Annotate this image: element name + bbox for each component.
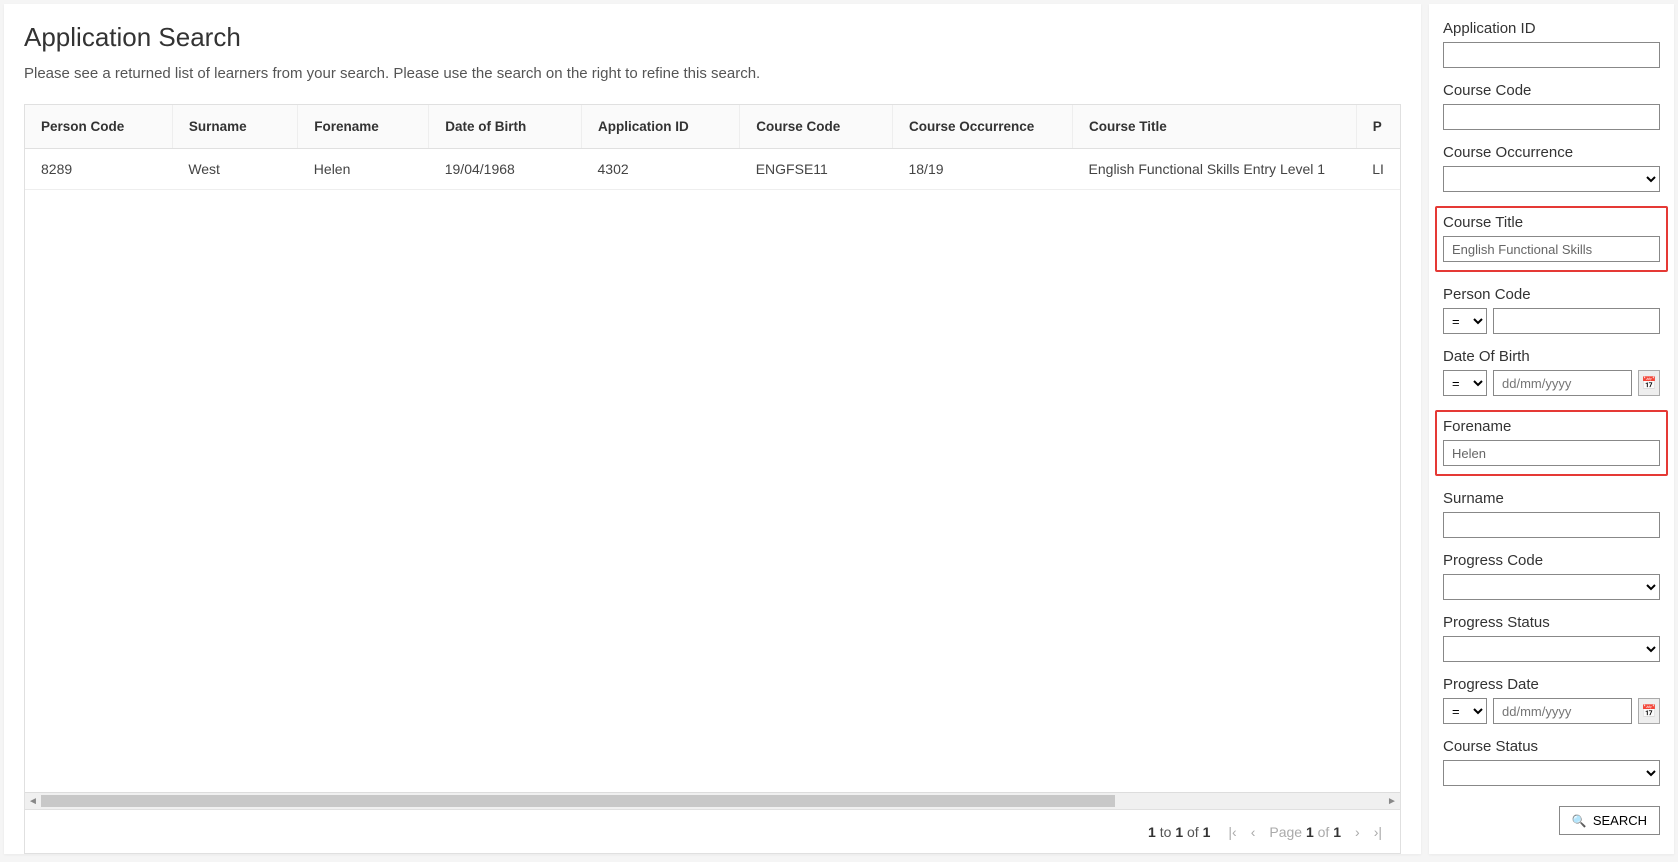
- label-course-code: Course Code: [1443, 82, 1660, 99]
- pager-prev-icon[interactable]: ‹: [1251, 824, 1256, 840]
- scroll-thumb[interactable]: [41, 795, 1115, 807]
- dob-input[interactable]: [1493, 370, 1632, 396]
- label-progress-code: Progress Code: [1443, 552, 1660, 569]
- cell-course-title: English Functional Skills Entry Level 1: [1073, 149, 1357, 190]
- dob-op-select[interactable]: =: [1443, 370, 1487, 396]
- progress-status-select[interactable]: [1443, 636, 1660, 662]
- scroll-right-icon[interactable]: ►: [1384, 796, 1400, 807]
- label-progress-date: Progress Date: [1443, 676, 1660, 693]
- main-panel: Application Search Please see a returned…: [4, 4, 1421, 854]
- cell-person-code: 8289: [25, 149, 172, 190]
- label-course-title: Course Title: [1443, 214, 1660, 231]
- course-occurrence-select[interactable]: [1443, 166, 1660, 192]
- label-course-status: Course Status: [1443, 738, 1660, 755]
- label-forename: Forename: [1443, 418, 1660, 435]
- scroll-left-icon[interactable]: ◄: [25, 796, 41, 807]
- cell-course-code: ENGFSE11: [740, 149, 893, 190]
- field-application-id: Application ID: [1443, 20, 1660, 68]
- cell-extra: LI: [1356, 149, 1400, 190]
- search-icon: 🔍: [1572, 814, 1587, 828]
- progress-date-input[interactable]: [1493, 698, 1632, 724]
- col-forename[interactable]: Forename: [298, 105, 429, 149]
- field-dob: Date Of Birth = 📅: [1443, 348, 1660, 396]
- field-progress-status: Progress Status: [1443, 614, 1660, 662]
- col-application-id[interactable]: Application ID: [582, 105, 740, 149]
- pager-nav: |‹ ‹ Page 1 of 1 › ›|: [1228, 824, 1382, 840]
- forename-input[interactable]: [1443, 440, 1660, 466]
- person-code-op-select[interactable]: =: [1443, 308, 1487, 334]
- progress-date-op-select[interactable]: =: [1443, 698, 1487, 724]
- label-person-code: Person Code: [1443, 286, 1660, 303]
- search-button-label: SEARCH: [1593, 813, 1647, 828]
- label-progress-status: Progress Status: [1443, 614, 1660, 631]
- results-table-container: Person Code Surname Forename Date of Bir…: [24, 104, 1401, 854]
- label-surname: Surname: [1443, 490, 1660, 507]
- cell-dob: 19/04/1968: [429, 149, 582, 190]
- field-person-code: Person Code =: [1443, 286, 1660, 334]
- person-code-input[interactable]: [1493, 308, 1660, 334]
- course-status-select[interactable]: [1443, 760, 1660, 786]
- cell-application-id: 4302: [582, 149, 740, 190]
- col-course-code[interactable]: Course Code: [740, 105, 893, 149]
- pager: 1 to 1 of 1 |‹ ‹ Page 1 of 1 › ›|: [25, 809, 1400, 853]
- pager-page-label: Page 1 of 1: [1269, 824, 1341, 840]
- field-progress-date: Progress Date = 📅: [1443, 676, 1660, 724]
- calendar-icon[interactable]: 📅: [1638, 698, 1660, 724]
- field-forename: Forename: [1435, 410, 1668, 476]
- scroll-track[interactable]: [41, 795, 1384, 807]
- course-code-input[interactable]: [1443, 104, 1660, 130]
- label-course-occurrence: Course Occurrence: [1443, 144, 1660, 161]
- pager-range: 1 to 1 of 1: [1148, 824, 1210, 840]
- calendar-icon[interactable]: 📅: [1638, 370, 1660, 396]
- field-course-status: Course Status: [1443, 738, 1660, 786]
- table-row[interactable]: 8289 West Helen 19/04/1968 4302 ENGFSE11…: [25, 149, 1400, 190]
- cell-surname: West: [172, 149, 297, 190]
- surname-input[interactable]: [1443, 512, 1660, 538]
- col-course-occurrence[interactable]: Course Occurrence: [892, 105, 1072, 149]
- cell-course-occurrence: 18/19: [892, 149, 1072, 190]
- col-person-code[interactable]: Person Code: [25, 105, 172, 149]
- label-dob: Date Of Birth: [1443, 348, 1660, 365]
- field-surname: Surname: [1443, 490, 1660, 538]
- cell-forename: Helen: [298, 149, 429, 190]
- course-title-input[interactable]: [1443, 236, 1660, 262]
- col-dob[interactable]: Date of Birth: [429, 105, 582, 149]
- pager-first-icon[interactable]: |‹: [1228, 824, 1236, 840]
- field-progress-code: Progress Code: [1443, 552, 1660, 600]
- page-title: Application Search: [24, 22, 1421, 53]
- col-course-title[interactable]: Course Title: [1073, 105, 1357, 149]
- horizontal-scrollbar[interactable]: ◄ ►: [25, 792, 1400, 809]
- results-table: Person Code Surname Forename Date of Bir…: [25, 105, 1400, 190]
- search-button[interactable]: 🔍 SEARCH: [1559, 806, 1660, 835]
- field-course-occurrence: Course Occurrence: [1443, 144, 1660, 192]
- field-course-title: Course Title: [1435, 206, 1668, 272]
- field-course-code: Course Code: [1443, 82, 1660, 130]
- pager-next-icon[interactable]: ›: [1355, 824, 1360, 840]
- col-surname[interactable]: Surname: [172, 105, 297, 149]
- label-application-id: Application ID: [1443, 20, 1660, 37]
- col-extra[interactable]: P: [1356, 105, 1400, 149]
- application-id-input[interactable]: [1443, 42, 1660, 68]
- progress-code-select[interactable]: [1443, 574, 1660, 600]
- table-header-row: Person Code Surname Forename Date of Bir…: [25, 105, 1400, 149]
- pager-last-icon[interactable]: ›|: [1374, 824, 1382, 840]
- page-subtitle: Please see a returned list of learners f…: [24, 65, 1421, 82]
- filter-panel: Application ID Course Code Course Occurr…: [1429, 4, 1674, 854]
